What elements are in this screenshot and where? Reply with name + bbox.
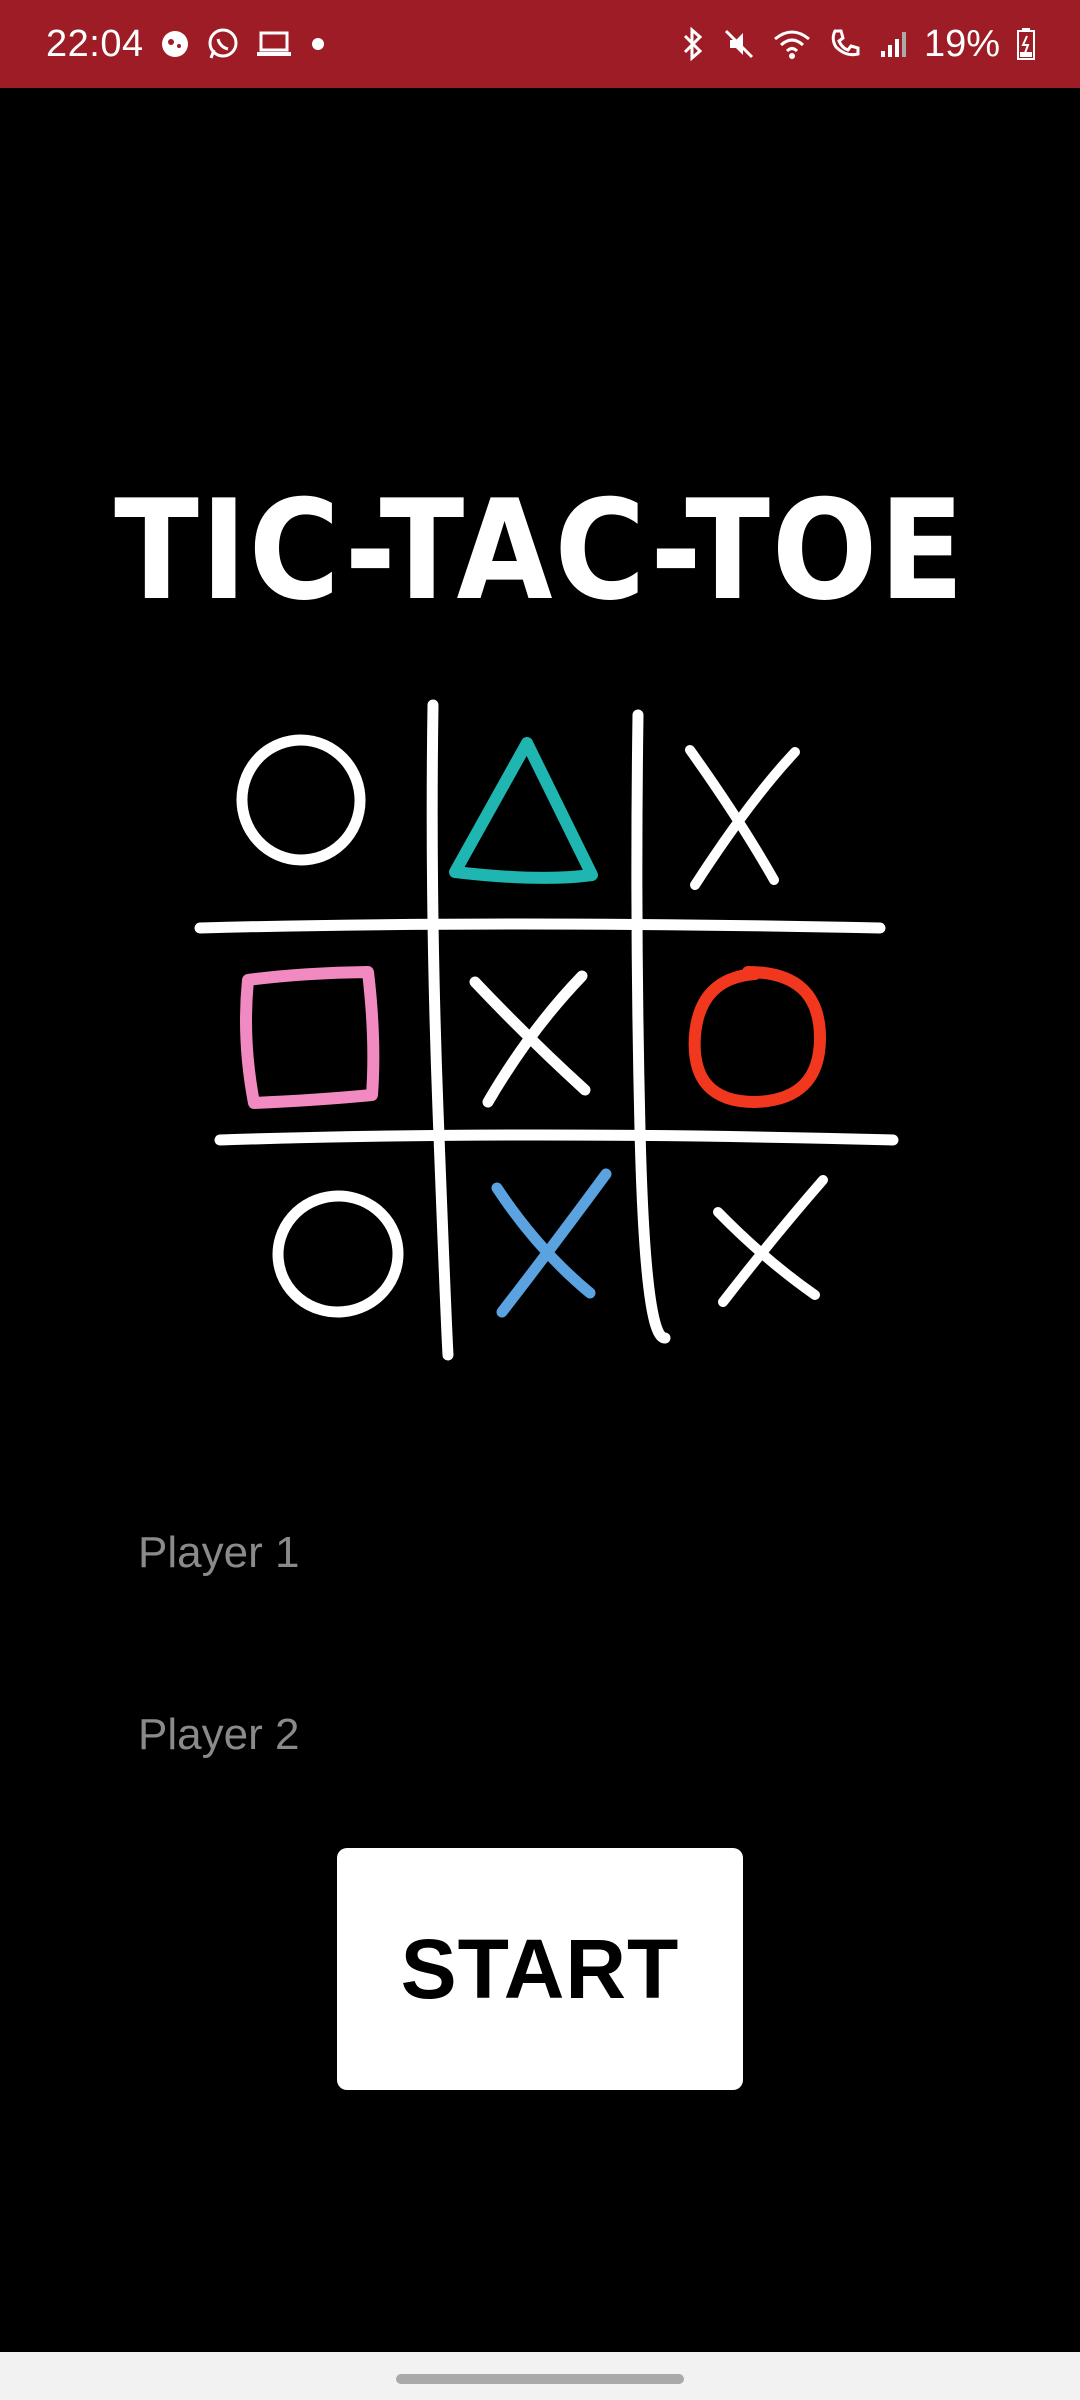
x-mark-top-right	[685, 745, 800, 890]
whatsapp-icon	[206, 27, 240, 61]
o-mark-top-left	[236, 734, 366, 866]
grid-line-vertical-1	[426, 699, 454, 1361]
board-illustration	[180, 690, 920, 1370]
battery-percent: 19%	[923, 22, 1000, 65]
navigation-bar	[0, 2352, 1080, 2400]
grid-line-vertical-2	[631, 709, 671, 1344]
triangle-mark	[449, 737, 598, 884]
x-mark-blue	[491, 1168, 612, 1318]
laptop-icon	[256, 29, 292, 59]
o-mark-bottom-left	[272, 1190, 404, 1318]
wifi-icon	[772, 27, 812, 61]
mute-icon	[722, 27, 756, 61]
status-bar-left: 22:04	[46, 23, 328, 66]
call-icon	[828, 27, 862, 61]
grid-line-horizontal-1	[194, 918, 886, 934]
o-mark-red	[688, 966, 827, 1109]
app-screen: 22:04 19% TIC-TAC-TOE Player 1 Player 2 …	[0, 0, 1080, 2400]
bluetooth-icon	[680, 27, 706, 61]
x-mark-bottom-right	[713, 1175, 828, 1307]
board-svg	[194, 699, 899, 1361]
status-bar: 22:04 19%	[0, 0, 1080, 88]
signal-icon	[878, 29, 908, 59]
player2-input[interactable]	[138, 1690, 838, 1780]
app-title: TIC-TAC-TOE	[114, 470, 966, 631]
status-time: 22:04	[46, 22, 144, 65]
grid-line-horizontal-2	[214, 1129, 899, 1146]
x-mark-center	[469, 970, 591, 1108]
player1-input[interactable]	[138, 1508, 838, 1598]
home-gesture-handle[interactable]	[396, 2374, 684, 2384]
start-button[interactable]: START	[337, 1848, 743, 2090]
status-bar-right: 19%	[680, 23, 1036, 66]
game-icon	[160, 29, 190, 59]
battery-icon	[1016, 27, 1036, 61]
dot-icon	[308, 34, 328, 54]
square-mark	[240, 966, 380, 1109]
